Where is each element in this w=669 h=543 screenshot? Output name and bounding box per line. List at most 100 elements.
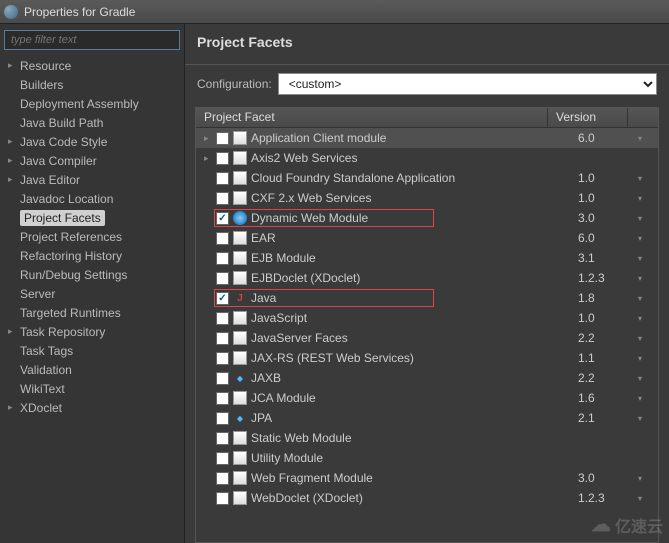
sidebar-item-java-build-path[interactable]: Java Build Path — [4, 113, 180, 132]
facet-row[interactable]: EJB Module3.1▾ — [196, 248, 658, 268]
version-dropdown-icon[interactable]: ▾ — [638, 194, 658, 203]
version-dropdown-icon[interactable]: ▾ — [638, 234, 658, 243]
configuration-select[interactable]: <custom> — [278, 73, 657, 95]
sidebar-item-xdoclet[interactable]: ▸XDoclet — [4, 398, 180, 417]
facet-row[interactable]: WebDoclet (XDoclet)1.2.3▾ — [196, 488, 658, 508]
version-dropdown-icon[interactable]: ▾ — [638, 494, 658, 503]
expand-icon[interactable]: ▸ — [8, 326, 20, 337]
col-facet-header[interactable]: Project Facet — [196, 108, 548, 127]
sidebar-item-project-facets[interactable]: Project Facets — [4, 208, 180, 227]
sidebar-item-task-repository[interactable]: ▸Task Repository — [4, 322, 180, 341]
facet-checkbox[interactable] — [216, 352, 229, 365]
sidebar-item-run-debug-settings[interactable]: Run/Debug Settings — [4, 265, 180, 284]
expand-icon[interactable]: ▸ — [8, 155, 20, 166]
version-dropdown-icon[interactable]: ▾ — [638, 254, 658, 263]
sidebar-item-validation[interactable]: Validation — [4, 360, 180, 379]
dia-icon — [233, 371, 247, 385]
version-dropdown-icon[interactable]: ▾ — [638, 274, 658, 283]
facet-row[interactable]: JCA Module1.6▾ — [196, 388, 658, 408]
facet-row[interactable]: ✓Dynamic Web Module3.0▾ — [196, 208, 658, 228]
version-dropdown-icon[interactable]: ▾ — [638, 374, 658, 383]
facet-version: 2.2 — [578, 371, 638, 385]
facet-row[interactable]: Utility Module — [196, 448, 658, 468]
facet-checkbox[interactable] — [216, 132, 229, 145]
facet-checkbox[interactable] — [216, 192, 229, 205]
sidebar-item-builders[interactable]: Builders — [4, 75, 180, 94]
version-dropdown-icon[interactable]: ▾ — [638, 414, 658, 423]
facet-checkbox[interactable] — [216, 152, 229, 165]
col-version-header[interactable]: Version — [548, 108, 628, 127]
facet-checkbox[interactable] — [216, 252, 229, 265]
facet-row[interactable]: JAX-RS (REST Web Services)1.1▾ — [196, 348, 658, 368]
sidebar-item-label: Java Compiler — [20, 154, 97, 168]
facet-row[interactable]: EJBDoclet (XDoclet)1.2.3▾ — [196, 268, 658, 288]
facet-row[interactable]: CXF 2.x Web Services1.0▾ — [196, 188, 658, 208]
facet-checkbox[interactable] — [216, 492, 229, 505]
sidebar-item-project-references[interactable]: Project References — [4, 227, 180, 246]
expand-icon[interactable]: ▸ — [8, 174, 20, 185]
sidebar-item-targeted-runtimes[interactable]: Targeted Runtimes — [4, 303, 180, 322]
facet-row[interactable]: ▸Axis2 Web Services — [196, 148, 658, 168]
sidebar-item-label: Resource — [20, 59, 71, 73]
facet-row[interactable]: ✓Java1.8▾ — [196, 288, 658, 308]
version-dropdown-icon[interactable]: ▾ — [638, 334, 658, 343]
facet-checkbox[interactable] — [216, 452, 229, 465]
facet-checkbox[interactable] — [216, 372, 229, 385]
version-dropdown-icon[interactable]: ▾ — [638, 314, 658, 323]
facet-row[interactable]: Cloud Foundry Standalone Application1.0▾ — [196, 168, 658, 188]
sidebar-item-server[interactable]: Server — [4, 284, 180, 303]
filter-input[interactable] — [4, 30, 180, 50]
facet-version: 3.1 — [578, 251, 638, 265]
facet-checkbox[interactable] — [216, 472, 229, 485]
facet-checkbox[interactable] — [216, 332, 229, 345]
doc-icon — [233, 471, 247, 485]
sidebar-item-label: Deployment Assembly — [20, 97, 139, 111]
version-dropdown-icon[interactable]: ▾ — [638, 474, 658, 483]
version-dropdown-icon[interactable]: ▾ — [638, 294, 658, 303]
facet-checkbox[interactable]: ✓ — [216, 292, 229, 305]
doc-icon — [233, 431, 247, 445]
sidebar-item-java-compiler[interactable]: ▸Java Compiler — [4, 151, 180, 170]
facet-row[interactable]: JAXB2.2▾ — [196, 368, 658, 388]
sidebar-item-javadoc-location[interactable]: Javadoc Location — [4, 189, 180, 208]
facet-row[interactable]: EAR6.0▾ — [196, 228, 658, 248]
expand-icon[interactable]: ▸ — [204, 153, 216, 164]
version-dropdown-icon[interactable]: ▾ — [638, 174, 658, 183]
version-dropdown-icon[interactable]: ▾ — [638, 354, 658, 363]
facet-row[interactable]: Web Fragment Module3.0▾ — [196, 468, 658, 488]
facet-label: Utility Module — [251, 451, 578, 465]
expand-icon[interactable]: ▸ — [8, 136, 20, 147]
sidebar-item-java-code-style[interactable]: ▸Java Code Style — [4, 132, 180, 151]
facet-checkbox[interactable]: ✓ — [216, 212, 229, 225]
facet-row[interactable]: JavaScript1.0▾ — [196, 308, 658, 328]
sidebar-item-label: Run/Debug Settings — [20, 268, 127, 282]
sidebar-item-refactoring-history[interactable]: Refactoring History — [4, 246, 180, 265]
version-dropdown-icon[interactable]: ▾ — [638, 134, 658, 143]
facet-version: 6.0 — [578, 231, 638, 245]
expand-icon[interactable]: ▸ — [204, 133, 216, 144]
facet-checkbox[interactable] — [216, 412, 229, 425]
facet-version: 1.0 — [578, 191, 638, 205]
sidebar-item-task-tags[interactable]: Task Tags — [4, 341, 180, 360]
sidebar-item-java-editor[interactable]: ▸Java Editor — [4, 170, 180, 189]
facet-row[interactable]: JavaServer Faces2.2▾ — [196, 328, 658, 348]
expand-icon[interactable]: ▸ — [8, 60, 20, 71]
expand-icon[interactable]: ▸ — [8, 402, 20, 413]
facet-checkbox[interactable] — [216, 232, 229, 245]
facet-row[interactable]: Static Web Module — [196, 428, 658, 448]
facet-checkbox[interactable] — [216, 312, 229, 325]
facet-checkbox[interactable] — [216, 392, 229, 405]
facet-version: 3.0 — [578, 211, 638, 225]
sidebar-item-deployment-assembly[interactable]: Deployment Assembly — [4, 94, 180, 113]
facet-checkbox[interactable] — [216, 272, 229, 285]
facet-label: Web Fragment Module — [251, 471, 578, 485]
col-extra-header — [628, 108, 658, 127]
facet-row[interactable]: ▸Application Client module6.0▾ — [196, 128, 658, 148]
facet-checkbox[interactable] — [216, 432, 229, 445]
sidebar-item-wikitext[interactable]: WikiText — [4, 379, 180, 398]
facet-row[interactable]: JPA2.1▾ — [196, 408, 658, 428]
version-dropdown-icon[interactable]: ▾ — [638, 214, 658, 223]
sidebar-item-resource[interactable]: ▸Resource — [4, 56, 180, 75]
facet-checkbox[interactable] — [216, 172, 229, 185]
version-dropdown-icon[interactable]: ▾ — [638, 394, 658, 403]
